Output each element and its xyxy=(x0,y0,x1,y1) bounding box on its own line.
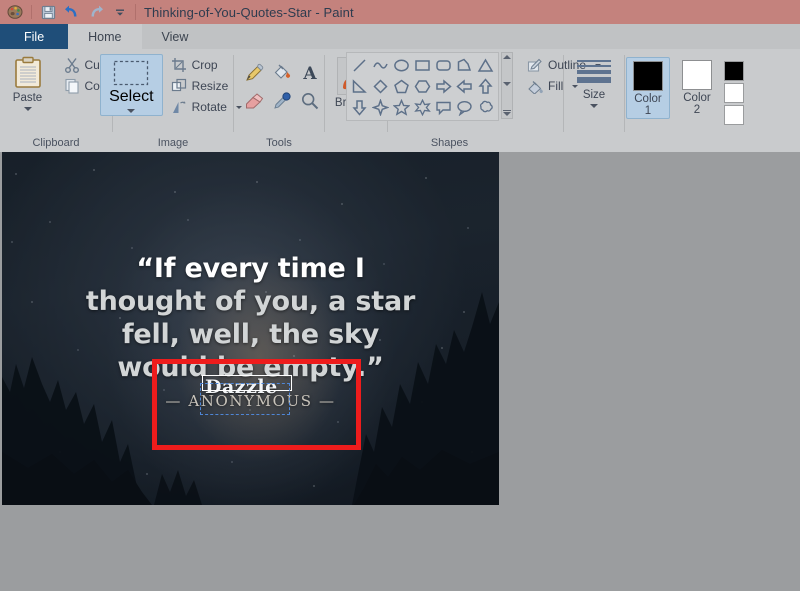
shape-hexagon[interactable] xyxy=(412,76,433,97)
paste-button[interactable]: Paste xyxy=(0,54,60,111)
color-1-swatch[interactable] xyxy=(633,61,663,91)
crop-label: Crop xyxy=(191,58,218,72)
shape-pentagon[interactable] xyxy=(391,76,412,97)
shape-triangle[interactable] xyxy=(475,55,496,76)
shape-up-arrow[interactable] xyxy=(475,76,496,97)
shape-six-point-star[interactable] xyxy=(412,97,433,118)
fill-bucket-icon[interactable] xyxy=(268,59,296,87)
canvas-dim-overlay xyxy=(2,152,499,505)
tab-file[interactable]: File xyxy=(0,24,69,49)
eraser-icon[interactable] xyxy=(240,87,268,115)
shape-oval[interactable] xyxy=(391,55,412,76)
select-dropdown-icon[interactable] xyxy=(127,109,136,113)
tab-home[interactable]: Home xyxy=(68,24,142,49)
paint-window: Thinking-of-You-Quotes-Star - Paint File… xyxy=(0,0,800,591)
palette-swatch[interactable] xyxy=(724,61,744,81)
shapes-group-label: Shapes xyxy=(430,137,469,149)
shape-down-arrow[interactable] xyxy=(349,97,370,118)
paint-logo-icon[interactable] xyxy=(4,1,26,23)
quick-access-toolbar xyxy=(0,0,131,24)
palette-swatch[interactable] xyxy=(724,105,744,125)
pencil-icon[interactable] xyxy=(240,59,268,87)
color-1-button[interactable]: Color 1 xyxy=(626,57,670,119)
workspace: Dazzle “If every time I thought of you, … xyxy=(0,152,800,591)
color-2-button[interactable]: Color 2 xyxy=(676,57,718,117)
shape-rectangle[interactable] xyxy=(412,55,433,76)
shape-four-point-star[interactable] xyxy=(370,97,391,118)
clipboard-group-label: Clipboard xyxy=(32,137,80,149)
customize-qat-icon[interactable] xyxy=(109,1,131,23)
ribbon-group-tools: A Tools xyxy=(234,49,324,152)
select-label: Select xyxy=(109,88,154,105)
tools-group-label: Tools xyxy=(266,137,292,149)
color-1-number: 1 xyxy=(644,105,652,117)
size-icon xyxy=(577,56,611,83)
shapes-scroll-down-icon[interactable] xyxy=(502,82,511,87)
qat-divider xyxy=(31,5,32,19)
shape-polygon[interactable] xyxy=(454,55,475,76)
color-2-number: 2 xyxy=(693,104,701,116)
size-dropdown-icon[interactable] xyxy=(590,104,598,108)
color-palette[interactable] xyxy=(724,57,744,125)
shapes-scrollbar[interactable] xyxy=(500,52,513,119)
rotate-label: Rotate xyxy=(191,100,227,114)
red-rectangle-annotation xyxy=(152,359,361,450)
shape-curve[interactable] xyxy=(370,55,391,76)
shape-diamond[interactable] xyxy=(370,76,391,97)
paste-label: Paste xyxy=(12,92,43,104)
shape-cloud-callout[interactable] xyxy=(475,97,496,118)
palette-swatch[interactable] xyxy=(724,83,744,103)
save-icon[interactable] xyxy=(37,1,59,23)
tab-view[interactable]: View xyxy=(142,24,209,49)
redo-icon[interactable] xyxy=(85,1,107,23)
color-2-swatch[interactable] xyxy=(682,60,712,90)
ribbon-group-size: Size xyxy=(564,49,624,152)
shape-rounded-callout[interactable] xyxy=(433,97,454,118)
title-bar: Thinking-of-You-Quotes-Star - Paint xyxy=(0,0,800,24)
brushes-group-label xyxy=(354,137,357,152)
color-picker-icon[interactable] xyxy=(268,87,296,115)
size-button[interactable]: Size xyxy=(562,54,626,108)
image-group-label: Image xyxy=(157,137,189,149)
shapes-more-icon[interactable] xyxy=(502,109,511,116)
shape-right-arrow[interactable] xyxy=(433,76,454,97)
ribbon: Paste Cut Copy Clipboard Select Crop Res… xyxy=(0,49,800,153)
resize-label: Resize xyxy=(191,79,229,93)
paste-dropdown-icon[interactable] xyxy=(23,107,32,111)
shape-line[interactable] xyxy=(349,55,370,76)
colors-group-label xyxy=(683,137,686,152)
shapes-scroll-up-icon[interactable] xyxy=(502,55,511,59)
fill-label: Fill xyxy=(547,79,564,93)
ribbon-tab-bar: File Home View xyxy=(0,24,800,50)
ribbon-group-image: Select Crop Resize Rotate Image xyxy=(100,49,242,152)
shape-left-arrow[interactable] xyxy=(454,76,475,97)
ribbon-group-colors: Color 1 Color 2 xyxy=(625,49,745,152)
size-group-label xyxy=(592,137,595,152)
shape-right-triangle[interactable] xyxy=(349,76,370,97)
shape-rounded-rectangle[interactable] xyxy=(433,55,454,76)
shape-oval-callout[interactable] xyxy=(454,97,475,118)
ribbon-group-shapes: Outline Fill Shapes xyxy=(345,49,602,152)
shape-five-point-star[interactable] xyxy=(391,97,412,118)
title-divider xyxy=(135,4,136,20)
undo-icon[interactable] xyxy=(61,1,83,23)
image-canvas[interactable]: Dazzle “If every time I thought of you, … xyxy=(2,152,499,505)
window-title: Thinking-of-You-Quotes-Star - Paint xyxy=(144,4,354,20)
text-icon[interactable]: A xyxy=(296,59,324,87)
select-button[interactable]: Select xyxy=(100,54,163,116)
ribbon-group-clipboard: Paste Cut Copy Clipboard xyxy=(0,49,113,152)
magnifier-icon[interactable] xyxy=(296,87,324,115)
svg-text:A: A xyxy=(302,64,317,83)
size-label: Size xyxy=(582,89,606,101)
shapes-gallery[interactable] xyxy=(345,52,499,121)
